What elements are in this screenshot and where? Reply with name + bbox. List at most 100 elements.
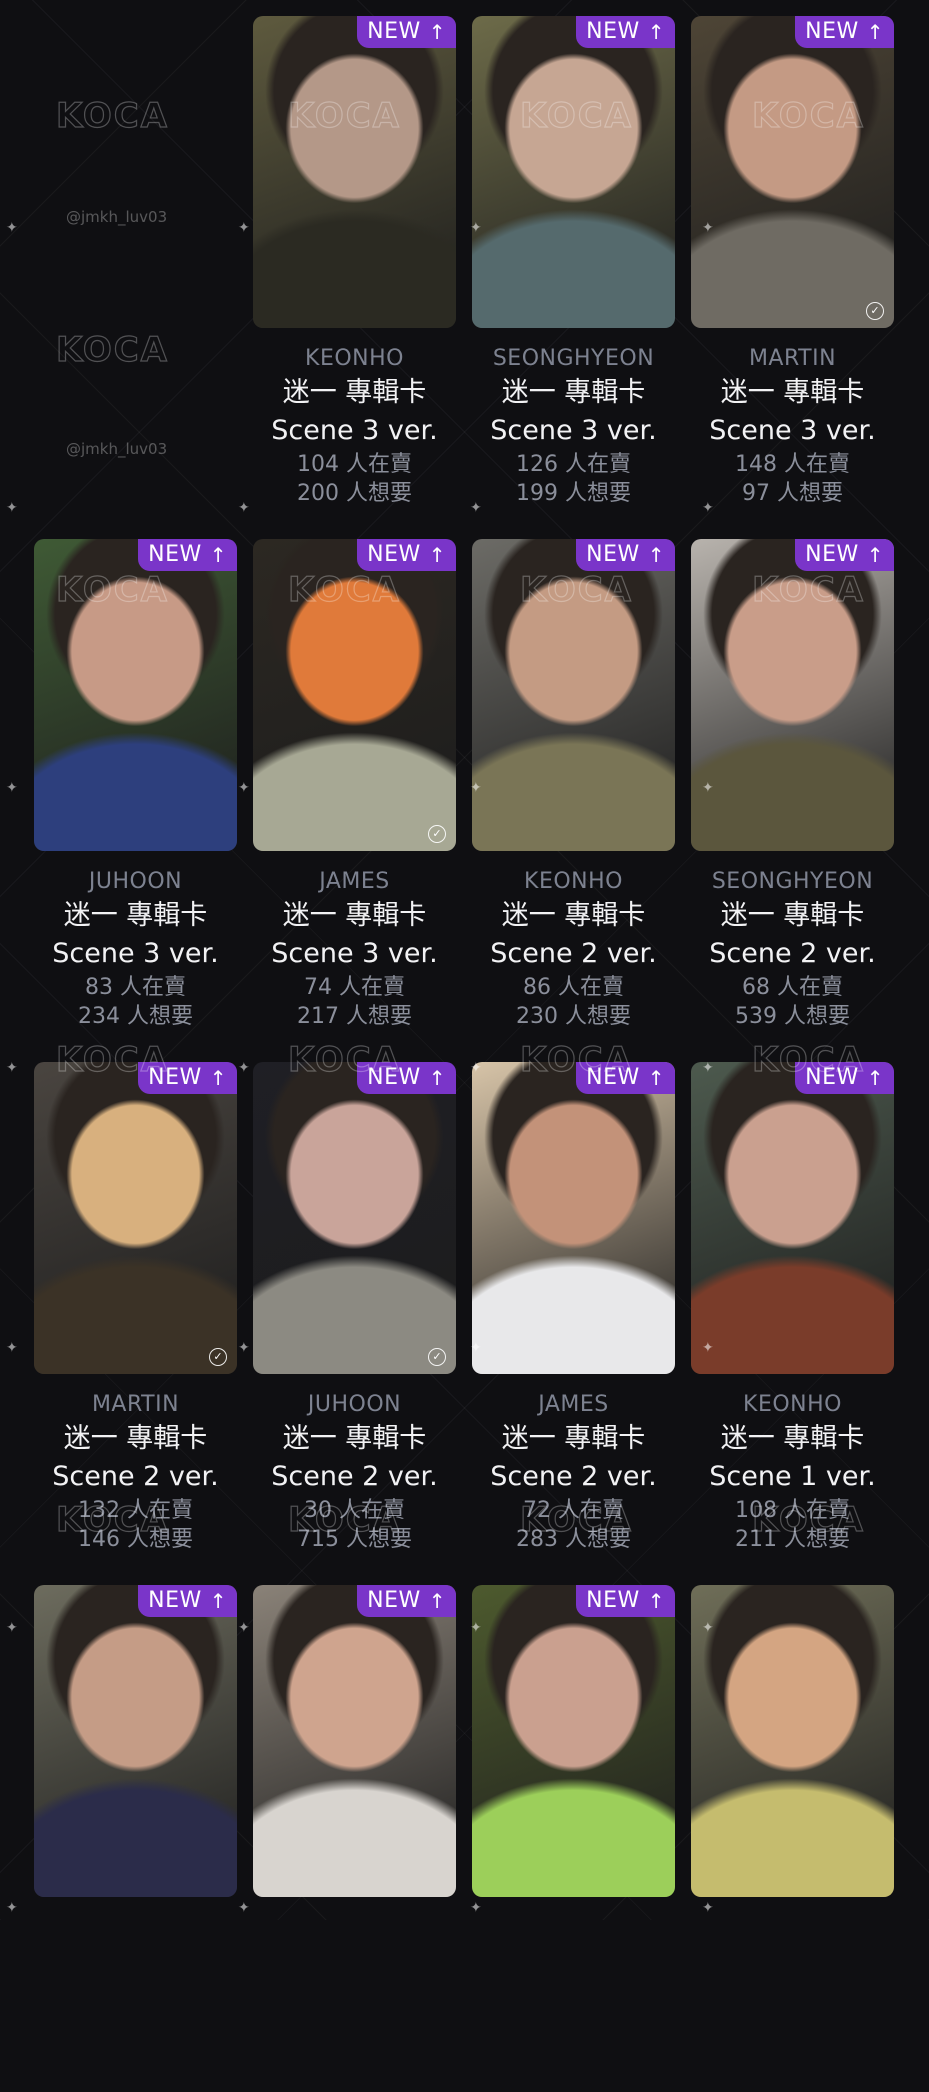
member-photo (34, 1062, 237, 1374)
wanting-count: 97 人想要 (742, 481, 843, 506)
owned-check-icon: ✓ (209, 1348, 227, 1366)
card-info: SEONGHYEON 迷一 專輯卡 Scene 3 ver. 126 人在賣 199 人… (472, 344, 675, 508)
card-title: 迷一 專輯卡 (720, 900, 865, 931)
sparkle-icon: ✦ (6, 780, 18, 796)
photocard-item[interactable]: NEW ↑ KEONHO 迷一 專輯卡 Scene 2 ver. 86 人在賣 230 人想… (472, 539, 675, 1046)
photocard-item[interactable]: NEW ↑ JUHOON 迷一 專輯卡 Scene 3 ver. 83 人在賣 234 人想… (34, 539, 237, 1046)
member-name: KEONHO (743, 1392, 842, 1417)
member-name: JAMES (319, 869, 390, 894)
sparkle-icon: ✦ (6, 220, 18, 236)
wanting-count: 200 人想要 (297, 481, 412, 506)
photocard-item[interactable]: NEW ↑ SEONGHYEON 迷一 專輯卡 Scene 2 ver. 68 人在賣 53… (691, 539, 894, 1046)
photocard-image[interactable]: NEW ↑ ✓ (253, 539, 456, 851)
card-version: Scene 2 ver. (490, 1461, 657, 1492)
wanting-count: 230 人想要 (516, 1004, 631, 1029)
photocard-image[interactable]: NEW ↑ ✓ (691, 16, 894, 328)
photocard-image[interactable]: NEW ↑ (472, 16, 675, 328)
photocard-item[interactable]: NEW ↑ ✓ MARTIN 迷一 專輯卡 Scene 3 ver. 148 人在賣 97 人… (691, 16, 894, 523)
card-title: 迷一 專輯卡 (501, 377, 646, 408)
member-photo (691, 16, 894, 328)
new-badge-label: NEW (148, 542, 202, 567)
card-info: JAMES 迷一 專輯卡 Scene 3 ver. 74 人在賣 217 人想要 (253, 867, 456, 1031)
member-photo (253, 1062, 456, 1374)
card-version: Scene 3 ver. (271, 415, 438, 446)
photocard-image[interactable]: NEW ↑ (253, 16, 456, 328)
card-version: Scene 3 ver. (490, 415, 657, 446)
sparkle-icon: ✦ (6, 1340, 18, 1356)
card-title: 迷一 專輯卡 (720, 1423, 865, 1454)
photocard-item[interactable]: NEW ↑ JAMES 迷一 專輯卡 Scene 2 ver. 72 人在賣 283 人想要 (472, 1062, 675, 1569)
new-badge: NEW ↑ (576, 1585, 675, 1617)
new-badge-label: NEW (805, 542, 859, 567)
photocard-image[interactable]: NEW ↑ ✓ (34, 1062, 237, 1374)
member-name: MARTIN (748, 346, 837, 371)
new-badge: NEW ↑ (357, 1585, 456, 1617)
photocard-item[interactable]: NEW ↑ ✓ MARTIN 迷一 專輯卡 Scene 2 ver. 132 人在賣 146 … (34, 1062, 237, 1569)
photocard-image[interactable]: NEW ↑ (472, 1585, 675, 1897)
new-badge-label: NEW (805, 1065, 859, 1090)
card-title: 迷一 專輯卡 (501, 1423, 646, 1454)
new-badge-label: NEW (148, 1588, 202, 1613)
member-photo (472, 1585, 675, 1897)
card-info: JUHOON 迷一 專輯卡 Scene 3 ver. 83 人在賣 234 人想要 (34, 867, 237, 1031)
card-title: 迷一 專輯卡 (63, 900, 208, 931)
wanting-count: 539 人想要 (735, 1004, 850, 1029)
card-info: JUHOON 迷一 專輯卡 Scene 2 ver. 30 人在賣 715 人想要 (253, 1390, 456, 1554)
arrow-up-icon: ↑ (209, 542, 227, 567)
photocard-item[interactable]: NEW ↑ ✓ JAMES 迷一 專輯卡 Scene 3 ver. 74 人在賣 217 人想… (253, 539, 456, 1046)
photocard-item[interactable]: NEW ↑ (253, 1585, 456, 2092)
card-version: Scene 2 ver. (709, 938, 876, 969)
photocard-image[interactable] (691, 1585, 894, 1897)
new-badge-label: NEW (367, 19, 421, 44)
sparkle-icon: ✦ (6, 1060, 18, 1076)
photocard-image[interactable]: NEW ↑ (34, 539, 237, 851)
card-title: 迷一 專輯卡 (282, 1423, 427, 1454)
card-version: Scene 3 ver. (709, 415, 876, 446)
photocard-image[interactable]: NEW ↑ (34, 1585, 237, 1897)
card-version: Scene 3 ver. (271, 938, 438, 969)
empty-slot (34, 16, 237, 523)
new-badge-label: NEW (586, 1588, 640, 1613)
arrow-up-icon: ↑ (209, 1065, 227, 1090)
owned-check-icon: ✓ (428, 1348, 446, 1366)
arrow-up-icon: ↑ (209, 1588, 227, 1613)
photocard-image[interactable]: NEW ↑ (691, 1062, 894, 1374)
photocard-item[interactable]: NEW ↑ KEONHO 迷一 專輯卡 Scene 3 ver. 104 人在賣 200 人… (253, 16, 456, 523)
new-badge: NEW ↑ (138, 1062, 237, 1094)
sparkle-icon: ✦ (6, 500, 18, 516)
photocard-image[interactable]: NEW ↑ ✓ (253, 1062, 456, 1374)
photocard-item[interactable]: NEW ↑ KEONHO 迷一 專輯卡 Scene 1 ver. 108 人在賣 211 人… (691, 1062, 894, 1569)
arrow-up-icon: ↑ (428, 1065, 446, 1090)
arrow-up-icon: ↑ (647, 1588, 665, 1613)
photocard-image[interactable]: NEW ↑ (472, 1062, 675, 1374)
new-badge: NEW ↑ (795, 16, 894, 48)
member-name: MARTIN (91, 1392, 180, 1417)
new-badge: NEW ↑ (795, 1062, 894, 1094)
new-badge: NEW ↑ (576, 16, 675, 48)
arrow-up-icon: ↑ (647, 1065, 665, 1090)
photocard-item[interactable]: NEW ↑ (472, 1585, 675, 2092)
selling-count: 148 人在賣 (735, 452, 850, 477)
new-badge: NEW ↑ (357, 539, 456, 571)
arrow-up-icon: ↑ (866, 1065, 884, 1090)
photocard-item[interactable]: NEW ↑ (34, 1585, 237, 2092)
photocard-image[interactable]: NEW ↑ (472, 539, 675, 851)
photocard-item[interactable] (691, 1585, 894, 2092)
new-badge-label: NEW (586, 19, 640, 44)
selling-count: 83 人在賣 (85, 975, 186, 1000)
new-badge: NEW ↑ (138, 539, 237, 571)
member-photo (253, 16, 456, 328)
wanting-count: 146 人想要 (78, 1527, 193, 1552)
member-name: SEONGHYEON (492, 346, 655, 371)
photocard-image[interactable]: NEW ↑ (691, 539, 894, 851)
selling-count: 30 人在賣 (304, 1498, 405, 1523)
new-badge: NEW ↑ (795, 539, 894, 571)
photocard-item[interactable]: NEW ↑ SEONGHYEON 迷一 專輯卡 Scene 3 ver. 126 人在賣 1… (472, 16, 675, 523)
card-info: SEONGHYEON 迷一 專輯卡 Scene 2 ver. 68 人在賣 539 人想… (691, 867, 894, 1031)
photocard-image[interactable]: NEW ↑ (253, 1585, 456, 1897)
selling-count: 86 人在賣 (523, 975, 624, 1000)
selling-count: 68 人在賣 (742, 975, 843, 1000)
arrow-up-icon: ↑ (866, 19, 884, 44)
new-badge-label: NEW (586, 542, 640, 567)
photocard-item[interactable]: NEW ↑ ✓ JUHOON 迷一 專輯卡 Scene 2 ver. 30 人在賣 715 人… (253, 1062, 456, 1569)
